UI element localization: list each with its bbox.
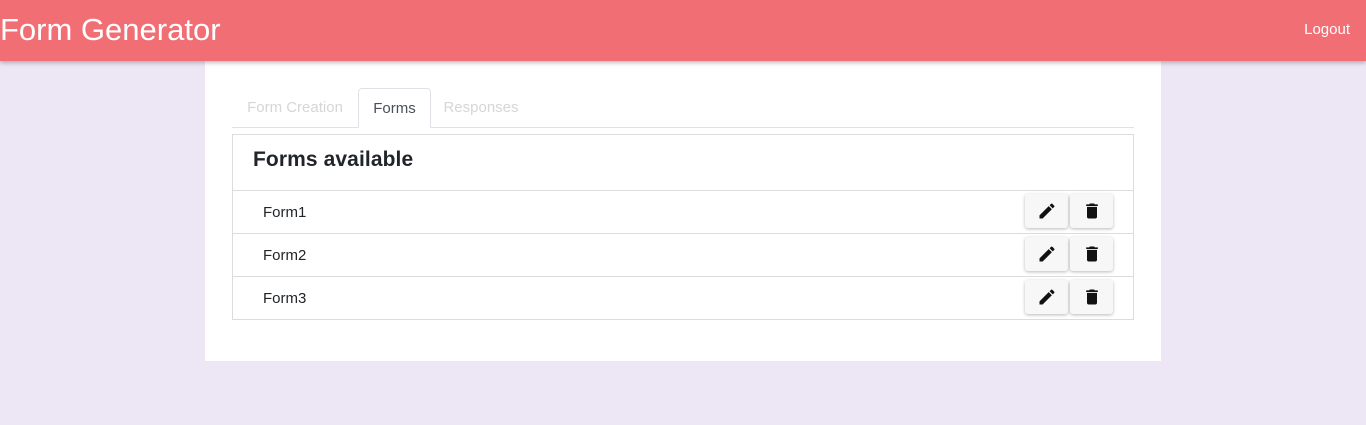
delete-form-button[interactable] [1070, 280, 1113, 314]
trash-icon [1085, 246, 1098, 262]
form-row: Form1 [233, 191, 1133, 234]
pencil-icon [1039, 203, 1055, 219]
pencil-icon [1039, 289, 1055, 305]
edit-form-button[interactable] [1025, 280, 1068, 314]
form-row: Form3 [233, 277, 1133, 320]
top-navbar: Form Generator Logout [0, 0, 1366, 61]
tab-responses[interactable]: Responses [431, 88, 531, 127]
tab-form-creation[interactable]: Form Creation [232, 88, 358, 127]
form-row: Form2 [233, 234, 1133, 277]
tab-forms[interactable]: Forms [358, 88, 431, 128]
main-panel: Form Creation Forms Responses Forms avai… [205, 61, 1161, 361]
trash-icon [1085, 289, 1098, 305]
forms-list-card: Forms available Form1 Form2 Form3 [232, 134, 1134, 320]
tab-bar: Form Creation Forms Responses [232, 88, 1134, 128]
form-name: Form1 [263, 204, 307, 221]
delete-form-button[interactable] [1070, 194, 1113, 228]
edit-form-button[interactable] [1025, 237, 1068, 271]
edit-form-button[interactable] [1025, 194, 1068, 228]
pencil-icon [1039, 246, 1055, 262]
delete-form-button[interactable] [1070, 237, 1113, 271]
app-title[interactable]: Form Generator [0, 12, 221, 48]
trash-icon [1085, 203, 1098, 219]
logout-link[interactable]: Logout [1304, 20, 1350, 40]
forms-list-title: Forms available [253, 148, 414, 171]
form-name: Form2 [263, 247, 307, 264]
form-name: Form3 [263, 290, 307, 307]
